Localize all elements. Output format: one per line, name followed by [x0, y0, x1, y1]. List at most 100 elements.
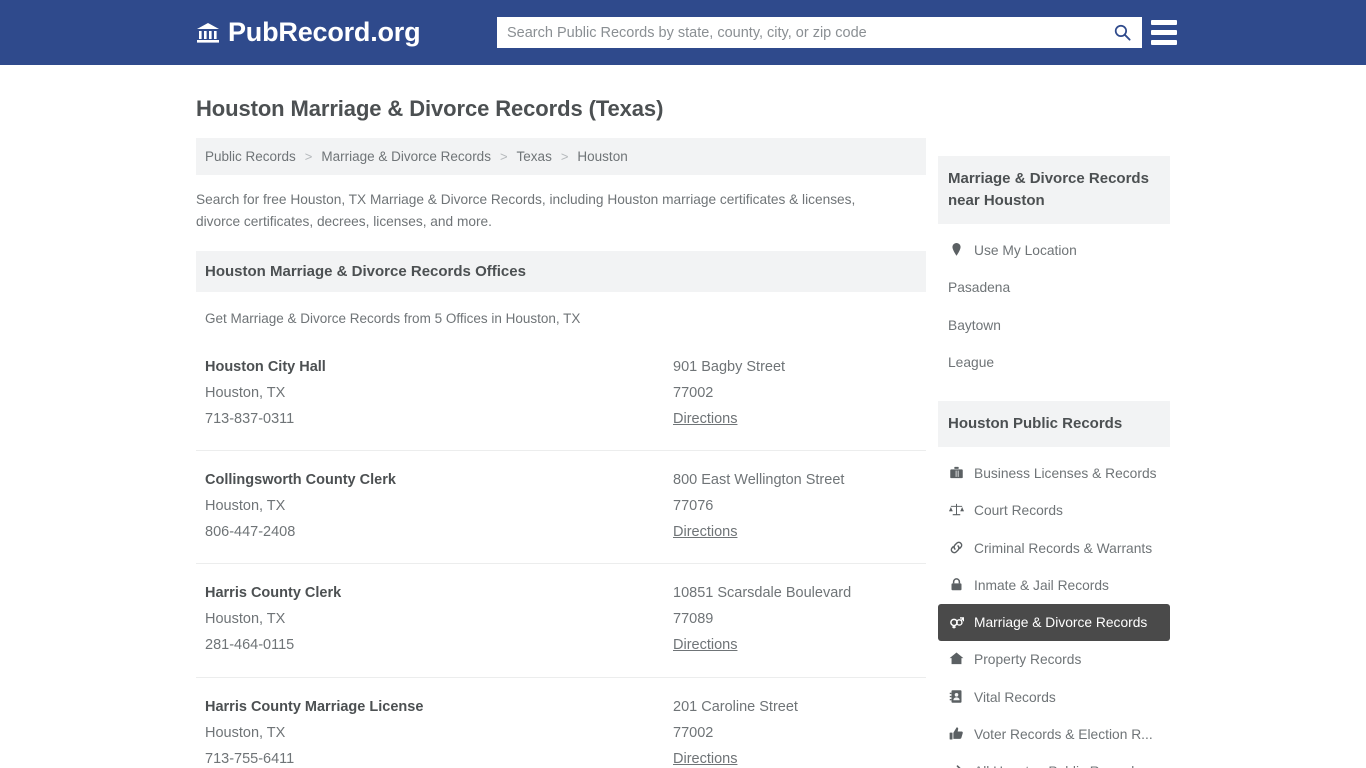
office-city-state: Houston, TX [205, 384, 286, 401]
sidebar-record-item[interactable]: Marriage & Divorce Records [938, 604, 1170, 642]
office-zip: 77002 [673, 384, 714, 401]
sidebar: Marriage & Divorce Records near Houston … [938, 122, 1170, 768]
office-phone: 281-464-0115 [205, 637, 295, 654]
office-right-column: 800 East Wellington Street 77076 Direction… [673, 467, 917, 545]
briefcase-icon [948, 464, 965, 480]
sidebar-nearby-item-label: Baytown [948, 317, 1001, 333]
address-book-icon [948, 688, 965, 704]
office-directions-link[interactable]: Directions [673, 406, 737, 432]
site-logo-link[interactable]: PubRecord.org [196, 17, 421, 47]
search-bar [497, 17, 1142, 48]
sidebar-nearby-item[interactable]: Use My Location [938, 232, 1170, 269]
site-header: PubRecord.org [0, 0, 1366, 65]
search-icon [1113, 23, 1132, 42]
office-left-column: Collingsworth County Clerk Houston, TX 806… [205, 467, 673, 545]
office-right-column: 901 Bagby Street 77002 Directions [673, 354, 917, 432]
breadcrumb-separator: > [499, 149, 508, 165]
hamburger-menu-icon[interactable] [1151, 20, 1177, 45]
sidebar-record-item[interactable]: Business Licenses & Records [938, 455, 1170, 492]
sidebar-record-item-label: Voter Records & Election R... [974, 727, 1153, 743]
sidebar-record-item-label: Criminal Records & Warrants [974, 540, 1153, 556]
office-name: Houston City Hall [205, 358, 326, 375]
office-row: Collingsworth County Clerk Houston, TX 806… [196, 449, 926, 563]
sidebar-nearby-item[interactable]: League [938, 344, 1170, 381]
offices-section-header: Houston Marriage & Divorce Records Offic… [196, 250, 926, 292]
sidebar-record-item-label: Marriage & Divorce Records [974, 615, 1148, 631]
sidebar-record-item[interactable]: Voter Records & Election R... [938, 716, 1170, 753]
lock-icon [948, 576, 965, 592]
main-content: Public Records > Marriage & Divorce Record… [196, 122, 926, 768]
breadcrumb-separator: > [304, 149, 313, 165]
sidebar-nearby-item-label: Use My Location [974, 242, 1077, 258]
sidebar-record-item[interactable]: Inmate & Jail Records [938, 567, 1170, 604]
balance-scale-icon [948, 501, 965, 517]
office-name: Collingsworth County Clerk [205, 471, 396, 488]
office-zip: 77089 [673, 611, 714, 628]
sidebar-record-item[interactable]: Court Records [938, 492, 1170, 529]
sidebar-record-item[interactable]: Criminal Records & Warrants [938, 530, 1170, 567]
sidebar-record-item-label: Property Records [974, 652, 1082, 668]
sidebar-nearby-list: Use My Location Pasadena Baytown League [938, 232, 1170, 381]
page-intro-text: Search for free Houston, TX Marriage & D… [196, 192, 856, 230]
hamburger-bar [1151, 40, 1177, 45]
office-phone: 713-755-6411 [205, 750, 295, 767]
office-left-column: Harris County Clerk Houston, TX 281-464-01… [205, 580, 673, 658]
office-address: 901 Bagby Street [673, 358, 786, 375]
office-right-column: 10851 Scarsdale Boulevard 77089 Directions [673, 580, 917, 658]
page-title: Houston Marriage & Divorce Records (Texa… [196, 96, 664, 121]
office-address: 10851 Scarsdale Boulevard [673, 585, 852, 602]
arrow-right-icon [948, 762, 965, 768]
breadcrumb-separator: > [560, 149, 569, 165]
sidebar-record-item-label: Vital Records [974, 689, 1056, 705]
office-address: 800 East Wellington Street [673, 471, 845, 488]
sidebar-record-item-label: Court Records [974, 503, 1063, 519]
search-button[interactable] [1102, 17, 1142, 48]
sidebar-nearby-title: Marriage & Divorce Records near Houston [938, 156, 1170, 224]
sidebar-nearby-item[interactable]: Pasadena [938, 269, 1170, 306]
breadcrumb-item[interactable]: Marriage & Divorce Records [321, 149, 491, 164]
office-name: Harris County Marriage License [205, 698, 424, 715]
bank-icon [196, 21, 220, 45]
sidebar-records-block: Houston Public Records Business Licenses… [938, 401, 1170, 768]
sidebar-records-title: Houston Public Records [938, 401, 1170, 447]
sidebar-record-item[interactable]: Property Records [938, 641, 1170, 678]
map-pin-icon [948, 241, 965, 257]
hamburger-bar [1151, 20, 1177, 25]
sidebar-nearby-block: Marriage & Divorce Records near Houston … [938, 156, 1170, 381]
sidebar-record-item-label: All Houston Public Records (Texas) [974, 762, 1160, 768]
sidebar-record-item[interactable]: Vital Records [938, 679, 1170, 716]
office-row: Harris County Clerk Houston, TX 281-464-01… [196, 563, 926, 676]
office-directions-link[interactable]: Directions [673, 632, 737, 658]
office-city-state: Houston, TX [205, 611, 286, 628]
office-left-column: Houston City Hall Houston, TX 713-837-0311 [205, 354, 673, 432]
site-logo-text: PubRecord.org [228, 17, 421, 47]
sidebar-record-item[interactable]: All Houston Public Records (Texas) [938, 753, 1170, 768]
office-zip: 77076 [673, 498, 714, 515]
sidebar-nearby-item-label: League [948, 354, 995, 370]
search-input[interactable] [497, 17, 1102, 48]
office-directions-link[interactable]: Directions [673, 746, 737, 768]
breadcrumb-item[interactable]: Houston [577, 149, 627, 164]
office-directions-link[interactable]: Directions [673, 519, 737, 545]
office-zip: 77002 [673, 724, 714, 741]
sidebar-nearby-item-label: Pasadena [948, 280, 1011, 296]
office-row: Harris County Marriage License Houston, T… [196, 676, 926, 768]
home-icon [948, 650, 965, 666]
office-name: Harris County Clerk [205, 585, 342, 602]
breadcrumb-item[interactable]: Texas [517, 149, 552, 164]
breadcrumb: Public Records > Marriage & Divorce Record… [196, 138, 926, 176]
thumbs-up-icon [948, 725, 965, 741]
sidebar-records-list: Business Licenses & Records Court Records… [938, 455, 1170, 768]
office-phone: 713-837-0311 [205, 410, 295, 427]
venus-mars-icon [948, 613, 965, 629]
sidebar-record-item-label: Business Licenses & Records [974, 465, 1157, 481]
office-right-column: 201 Caroline Street 77002 Directions [673, 694, 917, 768]
offices-section-note: Get Marriage & Divorce Records from 5 Of… [205, 310, 581, 326]
hamburger-bar [1151, 30, 1177, 35]
sidebar-record-item-label: Inmate & Jail Records [974, 577, 1109, 593]
page-container: Houston Marriage & Divorce Records (Texa… [0, 96, 1366, 768]
offices-list: Houston City Hall Houston, TX 713-837-0311… [196, 338, 926, 768]
breadcrumb-item[interactable]: Public Records [205, 149, 296, 164]
sidebar-nearby-item[interactable]: Baytown [938, 307, 1170, 344]
office-city-state: Houston, TX [205, 498, 286, 515]
